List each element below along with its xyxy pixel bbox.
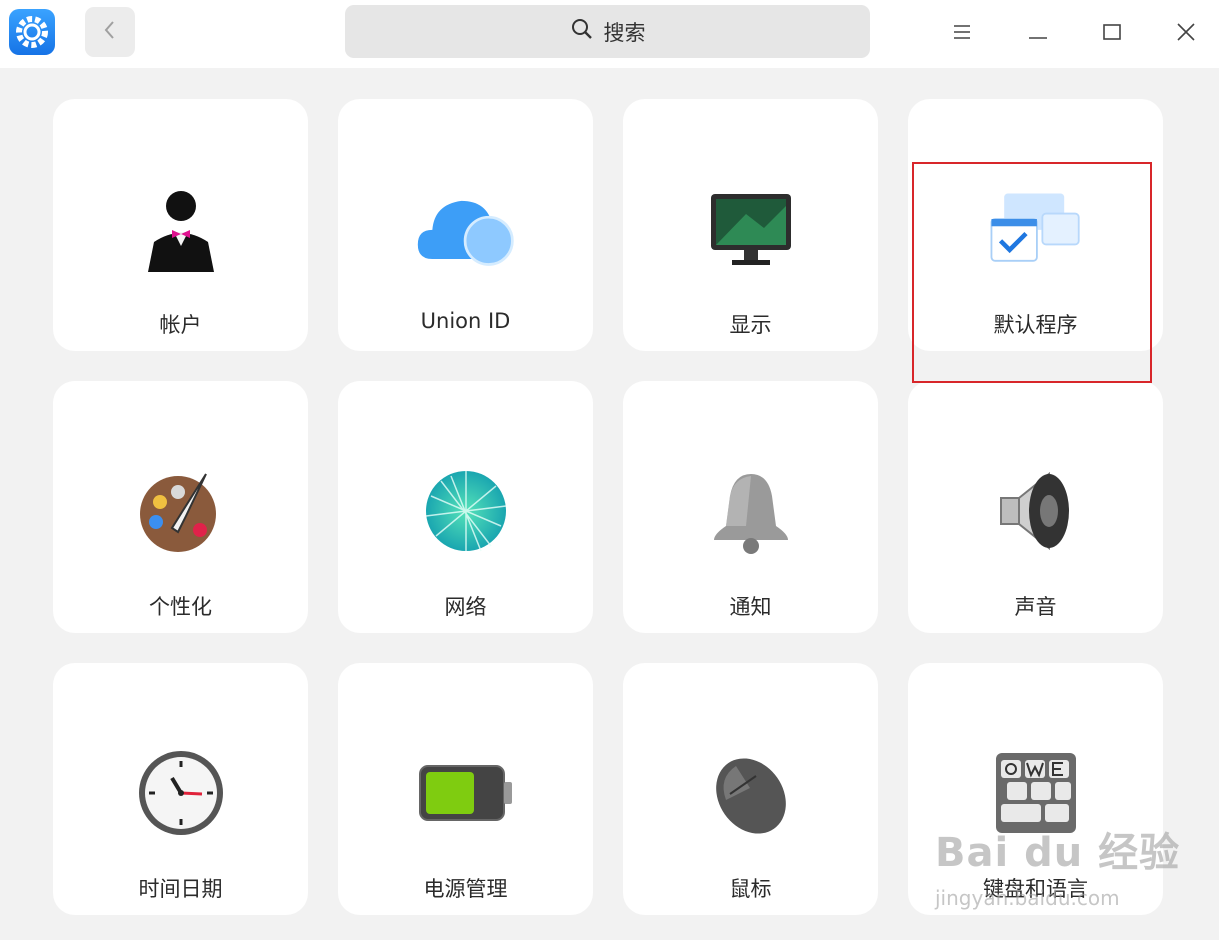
hamburger-icon [953,24,971,44]
back-button[interactable] [85,7,135,57]
clock-icon [131,743,231,843]
maximize-button[interactable] [1094,16,1130,52]
title-bar: 搜索 [0,0,1219,68]
close-button[interactable] [1168,16,1204,52]
module-card-default-apps[interactable]: 默认程序 [908,99,1163,351]
mouse-icon [701,743,801,843]
module-card-display[interactable]: 显示 [623,99,878,351]
maximize-icon [1103,24,1121,44]
close-icon [1177,23,1195,45]
module-card-network[interactable]: 网络 [338,381,593,633]
module-label: 个性化 [149,595,212,619]
module-label: 通知 [729,595,772,619]
battery-icon [416,743,516,843]
module-label: 网络 [444,595,487,619]
default-apps-icon [986,179,1086,279]
main-menu-button[interactable] [944,16,980,52]
module-card-account[interactable]: 帐户 [53,99,308,351]
module-label: 鼠标 [729,877,772,901]
bell-icon [701,461,801,561]
module-card-datetime[interactable]: 时间日期 [53,663,308,915]
search-icon [570,17,594,46]
module-label: 显示 [729,313,772,337]
module-label: 电源管理 [423,877,508,901]
chevron-left-icon [103,20,117,44]
module-label: 帐户 [159,313,202,337]
module-grid: 帐户 Union ID 显示 默认程序 个性化 网络 通知 声音 时间日期 电源… [53,99,1163,915]
module-card-power[interactable]: 电源管理 [338,663,593,915]
module-label: Union ID [420,309,511,333]
watermark-url: jingyan.baidu.com [935,886,1120,910]
module-card-sound[interactable]: 声音 [908,381,1163,633]
speaker-icon [986,461,1086,561]
module-label: 默认程序 [993,313,1078,337]
account-icon [131,179,231,279]
minimize-icon [1029,25,1047,44]
minimize-button[interactable] [1020,16,1056,52]
module-card-mouse[interactable]: 鼠标 [623,663,878,915]
cloud-icon [416,179,516,279]
module-label: 时间日期 [138,877,223,901]
search-placeholder: 搜索 [603,20,646,45]
display-icon [701,179,801,279]
module-label: 声音 [1014,595,1057,619]
watermark-logo: Bai du 经验 [935,830,1181,876]
palette-icon [131,461,231,561]
module-card-union-id[interactable]: Union ID [338,99,593,351]
module-card-personalization[interactable]: 个性化 [53,381,308,633]
module-card-notification[interactable]: 通知 [623,381,878,633]
network-globe-icon [416,461,516,561]
search-box[interactable]: 搜索 [345,5,870,58]
settings-gear-icon [9,9,55,55]
